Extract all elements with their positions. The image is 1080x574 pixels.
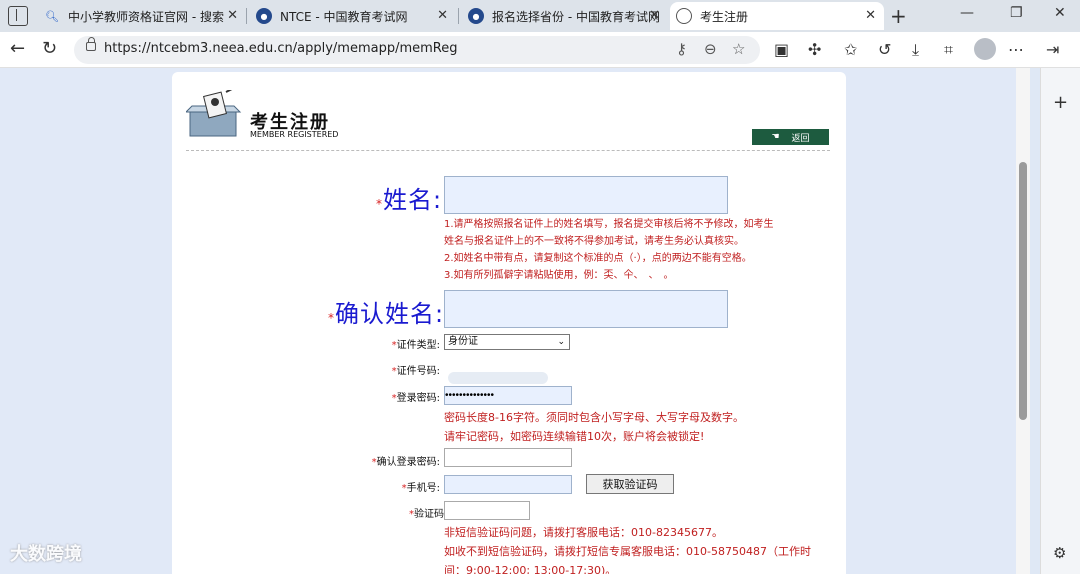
new-tab-icon[interactable]: + (890, 4, 907, 28)
page-scrollbar[interactable] (1016, 68, 1030, 574)
code-input[interactable] (444, 501, 530, 520)
registration-card: 考生注册 MEMBER REGISTERED ☚ 返回 *姓名: 1.请严格按照… (172, 72, 846, 574)
back-button[interactable]: ☚ 返回 (752, 129, 829, 145)
name-label: *姓名: (376, 186, 443, 214)
back-arrow-icon[interactable]: ← (10, 38, 25, 59)
header-divider (186, 150, 830, 151)
page-viewport: 考生注册 MEMBER REGISTERED ☚ 返回 *姓名: 1.请严格按照… (0, 68, 1016, 574)
tab-ntce[interactable]: ● NTCE - 中国教育考试网 ✕ (250, 2, 456, 30)
registration-logo-icon (186, 90, 242, 137)
globe-icon (676, 8, 692, 24)
tab-strip: 🔍︎ 中小学教师资格证官网 - 搜索 ✕ ● NTCE - 中国教育考试网 ✕ … (0, 0, 1080, 32)
phone-input[interactable] (444, 475, 572, 494)
lock-icon (86, 37, 96, 51)
confirm-password-label: *确认登录密码: (371, 457, 440, 468)
history-icon[interactable]: ↺ (878, 40, 891, 59)
downloads-icon[interactable]: ⤓ (912, 40, 919, 60)
sms-notes: 非短信验证码问题，请拨打客服电话：010-82345677。 如收不到短信验证码… (444, 526, 811, 574)
extensions-icon[interactable]: ✣ (808, 40, 821, 59)
url-text[interactable]: https://ntcebm3.neea.edu.cn/apply/memapp… (104, 41, 457, 56)
close-icon[interactable]: ✕ (437, 8, 448, 23)
tab-search[interactable]: 🔍︎ 中小学教师资格证官网 - 搜索 ✕ (38, 2, 246, 30)
close-icon[interactable]: ✕ (865, 8, 876, 23)
search-icon: 🔍︎ (45, 9, 59, 23)
scrollbar-thumb[interactable] (1019, 162, 1027, 420)
close-icon[interactable]: ✕ (227, 8, 238, 23)
id-type-select[interactable]: 身份证 ⌄ (444, 334, 570, 350)
profile-avatar[interactable] (974, 38, 996, 60)
favorite-star-icon[interactable]: ☆ (732, 40, 745, 58)
refresh-icon[interactable]: ↻ (42, 38, 57, 59)
key-icon[interactable]: ⚷ (676, 40, 687, 58)
name-input[interactable] (444, 176, 728, 214)
id-number-label: *证件号码: (391, 366, 440, 377)
page-subtitle: MEMBER REGISTERED (250, 130, 339, 139)
id-number-field[interactable] (448, 372, 548, 384)
tab-register[interactable]: 考生注册 ✕ (670, 2, 884, 30)
minimize-icon[interactable]: — (960, 5, 974, 21)
split-screen-icon[interactable]: ▣ (774, 40, 789, 59)
password-label: *登录密码: (391, 393, 440, 404)
back-hand-icon: ☚ (771, 132, 780, 142)
navigation-bar: ← ↻ https://ntcebm3.neea.edu.cn/apply/me… (0, 32, 1080, 68)
more-menu-icon[interactable]: ⋯ (1008, 40, 1024, 59)
screenshot-icon[interactable]: ⌗ (944, 40, 953, 60)
seal-icon: ● (468, 8, 484, 24)
address-bar[interactable]: https://ntcebm3.neea.edu.cn/apply/memapp… (74, 36, 760, 64)
password-notes: 密码长度8-16字符。须同时包含小写字母、大写字母及数字。 请牢记密码，如密码连… (444, 411, 744, 443)
close-icon[interactable]: ✕ (649, 8, 660, 23)
password-input[interactable] (444, 386, 572, 405)
window-close-icon[interactable]: ✕ (1054, 5, 1066, 21)
zoom-icon[interactable]: ⊖ (704, 40, 717, 58)
code-label: *验证码 (409, 509, 444, 520)
id-type-label: *证件类型: (391, 340, 440, 351)
add-icon[interactable]: + (1053, 92, 1068, 113)
phone-label: *手机号: (401, 483, 440, 494)
tab-province[interactable]: ● 报名选择省份 - 中国教育考试网 ✕ (462, 2, 668, 30)
chevron-down-icon: ⌄ (557, 337, 565, 347)
restore-icon[interactable]: ❐ (1010, 5, 1023, 21)
get-code-button[interactable]: 获取验证码 (586, 474, 674, 494)
seal-icon: ● (256, 8, 272, 24)
confirm-password-input[interactable] (444, 448, 572, 467)
watermark-logo: 大数跨境 (10, 544, 82, 565)
favorites-icon[interactable]: ✩ (844, 40, 857, 59)
edge-sidebar: + ⚙ (1040, 68, 1080, 574)
confirm-name-input[interactable] (444, 290, 728, 328)
settings-gear-icon[interactable]: ⚙ (1053, 544, 1066, 562)
sidebar-panel-icon[interactable]: ⇥ (1046, 40, 1059, 59)
sidebar-toggle-icon[interactable] (8, 6, 28, 26)
confirm-name-label: *确认姓名: (328, 300, 445, 328)
name-notes: 1.请严格按照报名证件上的姓名填写，报名提交审核后将不予修改，如考生 姓名与报名… (444, 219, 774, 281)
